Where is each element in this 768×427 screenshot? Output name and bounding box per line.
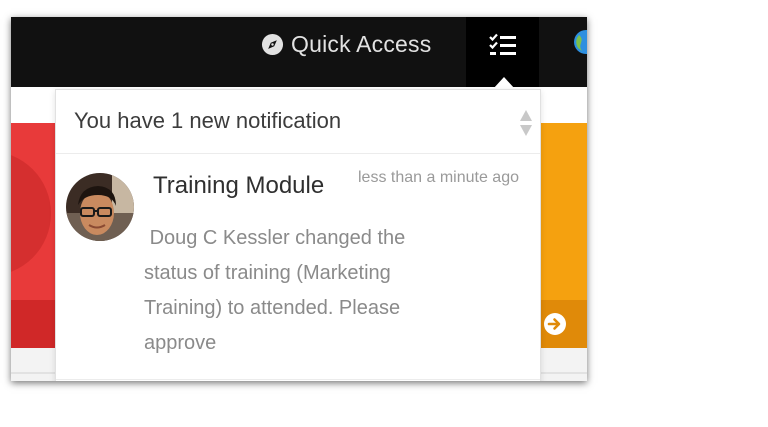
scroll-arrows-icon[interactable]: [520, 110, 532, 136]
globe-icon[interactable]: [573, 29, 587, 55]
checklist-icon: [488, 33, 516, 55]
user-avatar-icon: [66, 173, 134, 241]
dropdown-header: You have 1 new notification: [56, 90, 540, 154]
notification-item[interactable]: Training Module less than a minute ago D…: [56, 154, 540, 380]
arrow-circle-right-icon[interactable]: [543, 312, 567, 336]
dashboard-tile-orange[interactable]: [539, 123, 587, 348]
notification-summary: You have 1 new notification: [74, 108, 342, 133]
notification-message: Doug C Kessler changed the status of tra…: [144, 227, 411, 354]
notification-module: Training Module: [153, 172, 325, 199]
dropdown-caret: [493, 77, 515, 89]
avatar: [66, 173, 134, 241]
quick-access-link[interactable]: Quick Access: [261, 31, 431, 57]
compass-icon: [261, 33, 284, 55]
tile-decoration: [11, 151, 51, 276]
quick-access-label: Quick Access: [291, 30, 432, 57]
notification-time: less than a minute ago: [358, 169, 519, 186]
notifications-dropdown: You have 1 new notification Training Mod…: [55, 89, 541, 381]
app-window: Quick Access You have 1 new notification…: [11, 17, 587, 381]
